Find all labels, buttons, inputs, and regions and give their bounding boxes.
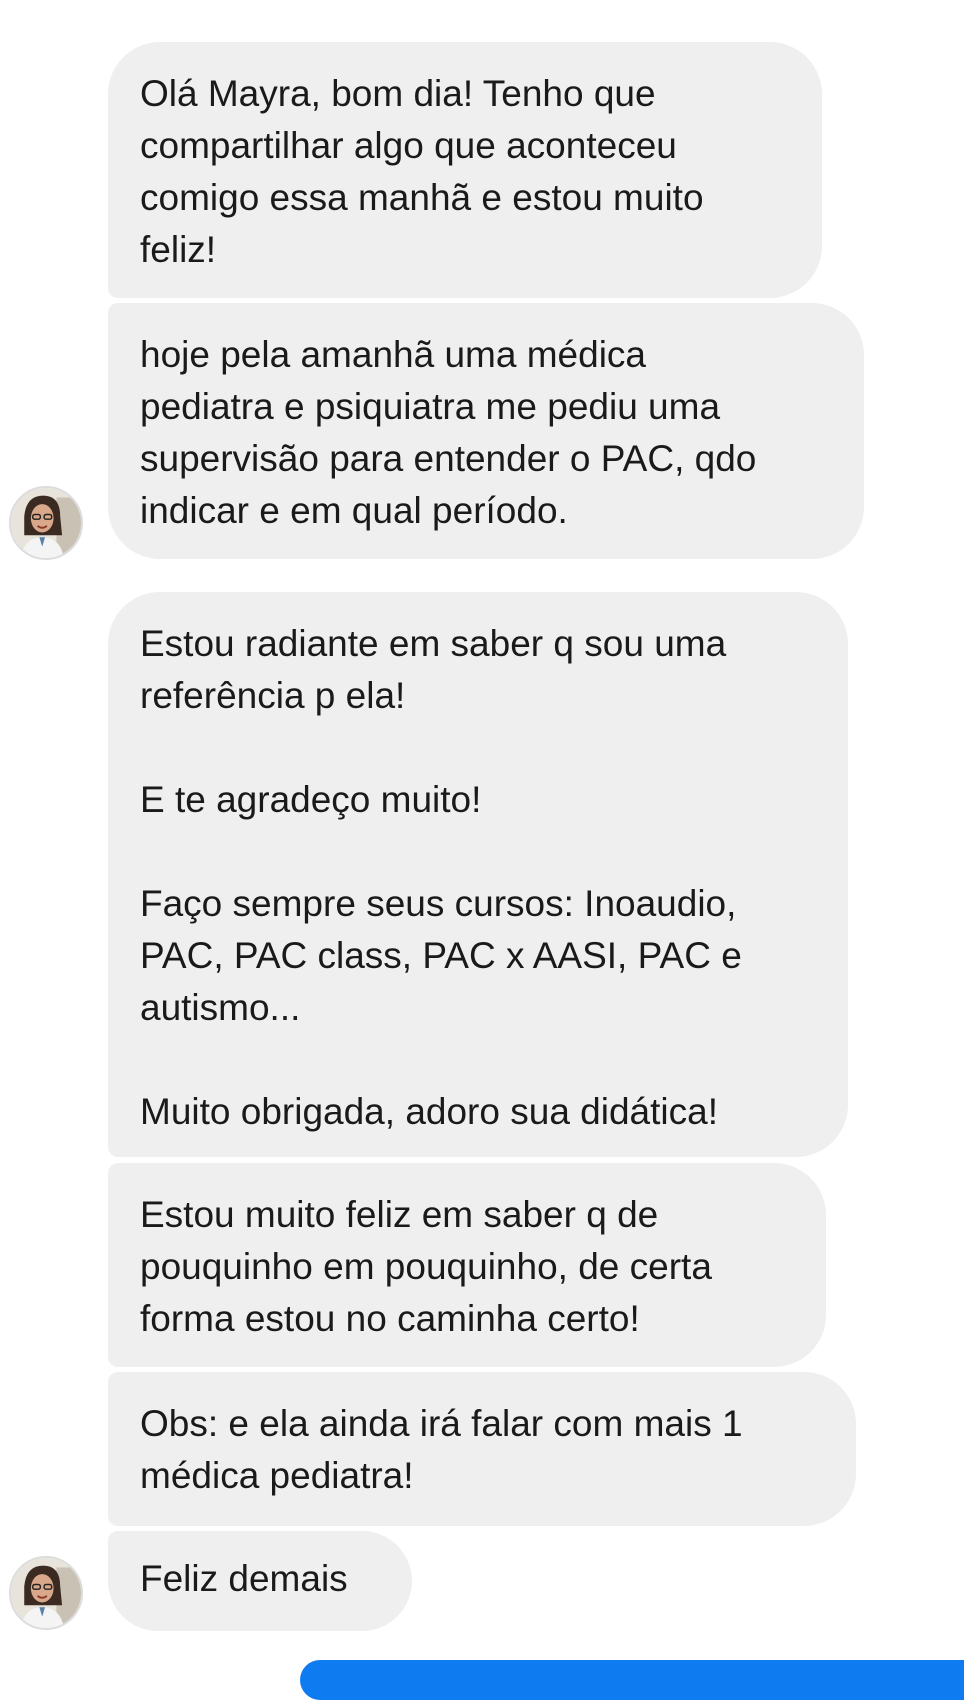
chat-thread: Olá Mayra, bom dia! Tenho que compartilh… — [0, 0, 964, 1700]
message-bubble[interactable]: Obs: e ela ainda irá falar com mais 1 mé… — [108, 1372, 856, 1526]
message-bubble[interactable]: Estou muito feliz em saber q de pouquinh… — [108, 1163, 826, 1367]
message-bubble[interactable]: Feliz demais — [108, 1531, 412, 1631]
message-bubble[interactable]: hoje pela amanhã uma médica pediatra e p… — [108, 303, 864, 559]
avatar-photo-icon — [11, 1558, 81, 1628]
contact-avatar[interactable] — [9, 486, 83, 560]
message-bubble[interactable]: Estou radiante em saber q sou uma referê… — [108, 592, 848, 1157]
message-bubble[interactable]: Olá Mayra, bom dia! Tenho que compartilh… — [108, 42, 822, 298]
contact-avatar[interactable] — [9, 1556, 83, 1630]
avatar-photo-icon — [11, 488, 81, 558]
outgoing-message-bubble[interactable] — [300, 1660, 964, 1700]
